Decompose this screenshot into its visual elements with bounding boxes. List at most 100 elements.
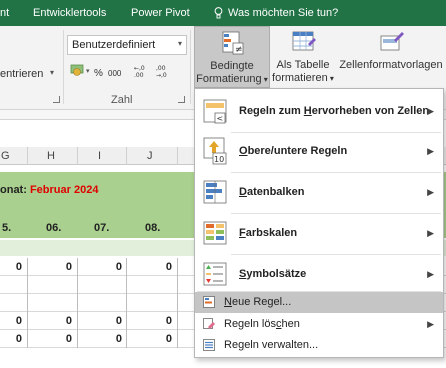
column-header-i[interactable]: I (98, 150, 101, 162)
menu-label-accelerator: H (303, 105, 312, 117)
cell-value[interactable]: 0 (52, 261, 72, 273)
cell-border (177, 330, 178, 348)
cell-border (27, 312, 28, 330)
chevron-right-icon: ▶ (427, 319, 434, 329)
day-header[interactable]: 5. (2, 222, 11, 234)
column-divider (177, 147, 178, 165)
cell-value[interactable]: 0 (152, 333, 172, 345)
number-launcher-icon[interactable] (178, 96, 185, 103)
day-header[interactable]: 07. (94, 222, 109, 234)
column-divider (77, 147, 78, 165)
menu-label-accelerator: D (239, 186, 247, 198)
column-divider (126, 147, 127, 165)
column-header-h[interactable]: H (47, 150, 55, 162)
group-separator (63, 30, 64, 104)
menu-label-part: bere/untere Regeln (247, 145, 348, 157)
number-format-select[interactable]: Benutzerdefiniert ▾ (67, 35, 187, 55)
chevron-right-icon: ▶ (427, 146, 434, 156)
cell-border (27, 330, 28, 348)
cell-border (27, 258, 28, 276)
alignment-launcher-icon[interactable] (53, 96, 60, 103)
thousands-separator-button[interactable]: 000 (108, 69, 121, 78)
percent-style-button[interactable]: % (94, 68, 103, 79)
cell-value[interactable]: 0 (2, 333, 22, 345)
cell-border (27, 294, 28, 312)
cell-value[interactable]: 0 (2, 315, 22, 327)
chevron-right-icon: ▶ (427, 106, 434, 116)
menu-label-part: Regeln lös (224, 318, 276, 330)
menu-label-accelerator: N (224, 296, 232, 308)
menu-item-icon-sets[interactable]: Symbolsätze ▶ (195, 255, 443, 295)
accounting-format-icon[interactable]: ▾ (70, 63, 92, 77)
svg-text:<: < (217, 114, 224, 123)
chevron-right-icon: ▶ (427, 269, 434, 279)
cell-styles-button[interactable]: Zellenformatvorlagen (336, 26, 446, 88)
column-header-g[interactable]: G (1, 150, 10, 162)
chevron-right-icon: ▶ (427, 187, 434, 197)
menu-label-part: eln verwalten... (244, 339, 319, 351)
menu-item-color-scales[interactable]: Farbskalen ▶ (195, 214, 443, 254)
menu-label-part: Re (224, 339, 239, 351)
svg-text:,00: ,00 (156, 65, 166, 72)
tab-developer-tools[interactable]: Entwicklertools (33, 7, 106, 19)
chevron-right-icon: ▶ (427, 228, 434, 238)
month-title[interactable]: onat: Februar 2024 (0, 184, 98, 196)
menu-item-data-bars[interactable]: Datenbalken ▶ (195, 173, 443, 213)
menu-label-accelerator: F (239, 227, 246, 239)
menu-item-clear-rules[interactable]: Regeln löschen ▶ (195, 314, 443, 335)
svg-text:←,0: ←,0 (134, 65, 145, 72)
conditional-formatting-button[interactable]: ≠ Bedingte Formatierung ▾ (194, 26, 270, 88)
menu-label-part: arbskalen (245, 227, 298, 239)
lightbulb-icon (214, 7, 223, 19)
column-header-j[interactable]: J (147, 150, 153, 162)
menu-item-label: Datenbalken (239, 186, 304, 198)
number-group-label: Zahl (111, 94, 133, 106)
menu-item-label: Regeln verwalten... (224, 339, 318, 351)
cell-border (177, 276, 178, 294)
cell-styles-icon (380, 32, 404, 51)
format-as-table-button[interactable]: Als Tabelle formatieren ▾ (272, 26, 334, 88)
menu-label-accelerator: O (239, 145, 248, 157)
cell-border (77, 312, 78, 330)
menu-item-manage-rules[interactable]: Regeln verwalten... (195, 335, 443, 356)
tab-power-pivot[interactable]: Power Pivot (131, 7, 190, 19)
cell-value[interactable]: 0 (52, 333, 72, 345)
menu-item-label: Symbolsätze (239, 268, 306, 280)
cell-border (126, 276, 127, 294)
menu-item-highlight-cells-rules[interactable]: < Regeln zum Hervorheben von Zellen ▶ (195, 93, 443, 131)
svg-text:≠: ≠ (235, 45, 243, 55)
month-value: Februar 2024 (29, 184, 99, 196)
cell-value[interactable]: 0 (102, 261, 122, 273)
center-alignment-label[interactable]: entrieren (0, 68, 43, 80)
svg-text:▾: ▾ (86, 67, 90, 75)
format-as-table-label-1: Als Tabelle (276, 59, 330, 71)
chevron-down-icon: ▾ (261, 75, 268, 84)
svg-text:→,0: →,0 (156, 72, 167, 78)
cell-value[interactable]: 0 (52, 315, 72, 327)
highlight-cells-rules-icon: < (203, 99, 227, 124)
group-separator (190, 30, 191, 104)
menu-label-part: hen (281, 318, 300, 330)
cell-value[interactable]: 0 (2, 261, 22, 273)
conditional-formatting-label-2: Formatierung (196, 73, 262, 85)
cell-value[interactable]: 0 (102, 333, 122, 345)
menu-label-part: eue Regel... (231, 296, 292, 308)
new-rule-icon (203, 296, 215, 308)
cell-value[interactable]: 0 (102, 315, 122, 327)
align-dropdown-arrow-icon[interactable]: ▾ (50, 68, 54, 77)
cell-value[interactable]: 0 (152, 315, 172, 327)
menu-item-new-rule[interactable]: Neue Regel... (195, 292, 443, 313)
increase-decimal-icon[interactable]: ←,0 .00 (134, 64, 152, 78)
day-header[interactable]: 06. (46, 222, 61, 234)
decrease-decimal-icon[interactable]: ,00 →,0 (156, 64, 174, 78)
menu-item-label: Farbskalen (239, 227, 297, 239)
color-scales-icon (203, 221, 227, 245)
manage-rules-icon (203, 339, 215, 351)
cell-value[interactable]: 0 (152, 261, 172, 273)
menu-item-top-bottom-rules[interactable]: 10 Obere/untere Regeln ▶ (195, 133, 443, 171)
day-header[interactable]: 08. (145, 222, 160, 234)
conditional-formatting-menu: < Regeln zum Hervorheben von Zellen ▶ 10… (194, 88, 444, 358)
menu-label-part: Regeln zum (239, 105, 304, 117)
tab-partial[interactable]: nt (0, 7, 9, 19)
tell-me-search[interactable]: Was möchten Sie tun? (214, 7, 338, 19)
